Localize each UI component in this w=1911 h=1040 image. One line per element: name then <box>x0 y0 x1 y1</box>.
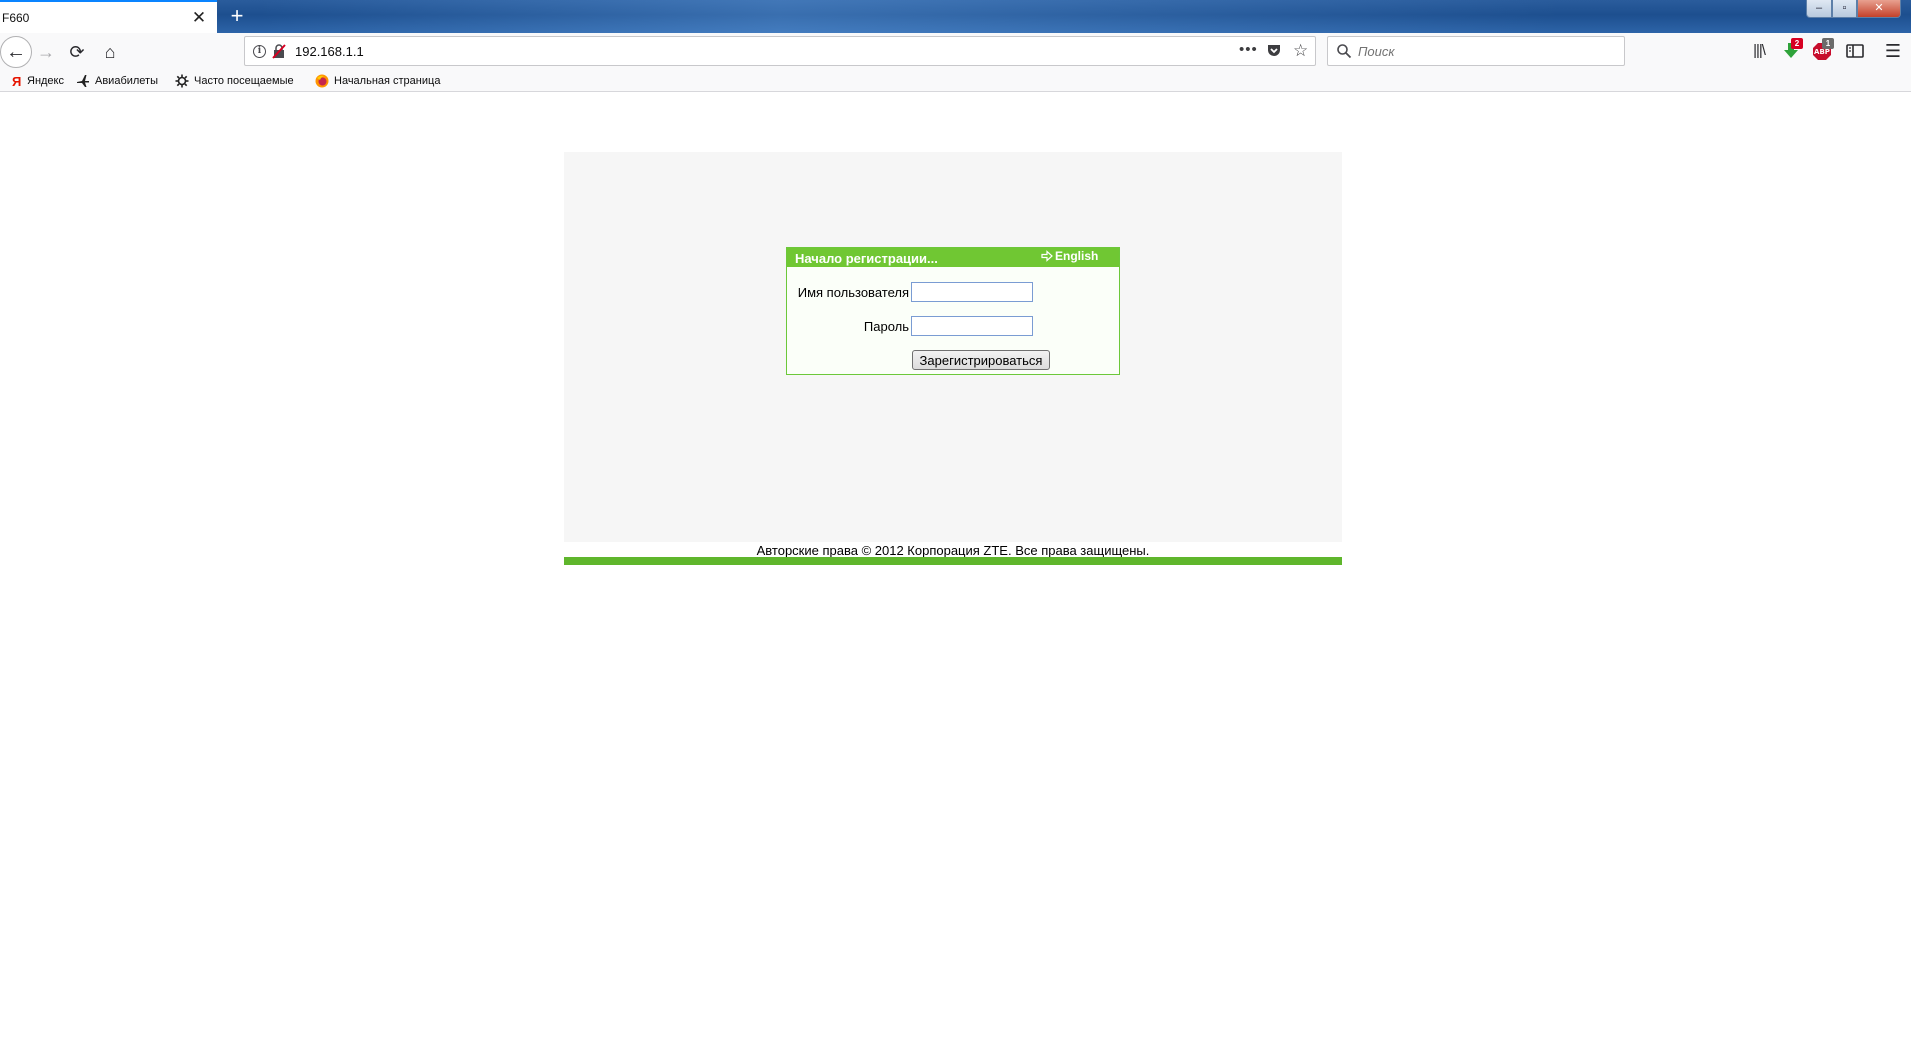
bookmark-label: Часто посещаемые <box>194 75 294 87</box>
login-header: Начало регистрации... English <box>787 248 1119 267</box>
navigation-toolbar: ← → ⟳ ⌂ i 192.168.1.1 ••• ☆ |||\ 2 <box>0 33 1911 71</box>
forward-button[interactable]: → <box>32 38 60 66</box>
language-link-label: English <box>1055 249 1099 263</box>
search-icon <box>1337 44 1352 59</box>
bookmark-star-icon[interactable]: ☆ <box>1293 41 1308 61</box>
window-maximize-button[interactable]: ▫ <box>1832 0 1857 18</box>
browser-titlebar: F660 ✕ + – ▫ ✕ <box>0 0 1911 33</box>
footer-bar <box>564 557 1342 565</box>
tab-close-icon[interactable]: ✕ <box>189 8 209 28</box>
language-switch-link[interactable]: English <box>1041 249 1098 263</box>
hamburger-menu-icon[interactable]: ☰ <box>1882 40 1904 62</box>
pocket-icon[interactable] <box>1266 43 1282 59</box>
arrow-right-icon <box>1041 250 1053 262</box>
login-title: Начало регистрации... <box>795 251 938 266</box>
bookmark-avia[interactable]: Авиабилеты <box>76 73 158 89</box>
bookmark-most-visited[interactable]: Часто посещаемые <box>175 73 294 89</box>
adblock-extension-icon[interactable]: ABP 1 <box>1811 38 1834 62</box>
window-minimize-button[interactable]: – <box>1806 0 1832 18</box>
window-close-button[interactable]: ✕ <box>1857 0 1901 18</box>
bookmark-label: Яндекс <box>27 75 64 87</box>
sidebar-toggle-icon[interactable] <box>1844 40 1866 62</box>
search-input[interactable] <box>1358 41 1618 61</box>
new-tab-button[interactable]: + <box>224 3 250 29</box>
page-content: Начало регистрации... English Имя пользо… <box>0 92 1911 1040</box>
library-icon[interactable]: |||\ <box>1748 40 1770 62</box>
svg-text:Я: Я <box>12 74 21 88</box>
home-button[interactable]: ⌂ <box>96 38 124 66</box>
download-extension-icon[interactable]: 2 <box>1780 38 1803 62</box>
adblock-badge: 1 <box>1822 38 1834 49</box>
bookmark-label: Начальная страница <box>334 75 441 87</box>
bookmarks-toolbar: Я Яндекс Авиабилеты Часто посещаемые Нач… <box>0 71 1911 92</box>
insecure-connection-icon[interactable] <box>272 44 286 59</box>
username-input[interactable] <box>911 282 1033 302</box>
plane-icon <box>77 75 89 87</box>
reload-button[interactable]: ⟳ <box>63 38 91 66</box>
firefox-icon <box>315 74 329 88</box>
login-form: Начало регистрации... English Имя пользо… <box>786 247 1120 375</box>
bookmark-start-page[interactable]: Начальная страница <box>315 73 440 89</box>
titlebar-background <box>260 0 1560 33</box>
bookmark-label: Авиабилеты <box>95 75 159 87</box>
password-label: Пароль <box>863 319 909 334</box>
browser-tab-active[interactable]: F660 ✕ <box>0 0 217 33</box>
url-text[interactable]: 192.168.1.1 <box>295 44 364 59</box>
bookmark-yandex[interactable]: Я Яндекс <box>8 73 64 89</box>
back-button[interactable]: ← <box>0 36 32 68</box>
url-bar[interactable]: i 192.168.1.1 ••• ☆ <box>244 36 1316 66</box>
page-actions-icon[interactable]: ••• <box>1239 41 1258 58</box>
site-info-icon[interactable]: i <box>253 45 266 58</box>
login-button[interactable]: Зарегистрироваться <box>912 350 1050 370</box>
tab-title: F660 <box>2 10 30 25</box>
gear-icon <box>175 74 189 88</box>
copyright-text: Авторские права © 2012 Корпорация ZTE. В… <box>756 543 1150 558</box>
download-badge: 2 <box>1791 38 1803 49</box>
password-input[interactable] <box>911 316 1033 336</box>
search-bar[interactable] <box>1327 36 1625 66</box>
username-label: Имя пользователя <box>797 285 909 300</box>
svg-text:ABP: ABP <box>1814 48 1830 56</box>
yandex-icon: Я <box>12 74 21 88</box>
